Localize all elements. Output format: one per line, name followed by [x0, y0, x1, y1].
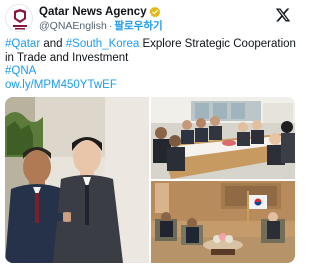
tweet-text-line-2: in Trade and Investment [5, 51, 129, 64]
follow-button[interactable]: 팔로우하기 [114, 20, 162, 33]
tweet-text-line-4: ow.ly/MPM450YTwEF [5, 79, 295, 93]
x-logo-icon[interactable] [275, 7, 291, 23]
hashtag-qna-link[interactable]: #QNA [5, 65, 36, 77]
tweet-header: Qatar News Agency @QNAEnglish · 팔로우하기 [5, 4, 295, 34]
tweet-text: #Qatar and #South_Korea Explore Strategi… [5, 38, 296, 93]
photo-reception-room[interactable] [151, 181, 295, 263]
author-display-name[interactable]: Qatar News Agency [39, 5, 147, 19]
hashtag-south-korea-link[interactable]: #South_Korea [66, 38, 140, 50]
author-handle[interactable]: @QNAEnglish [39, 20, 107, 33]
photo-meeting-table[interactable] [151, 97, 295, 179]
tweet-text-line-1: #Qatar and #South_Korea Explore Strategi… [5, 38, 296, 52]
tweet-text-line-3: #QNA [5, 65, 295, 79]
tweet-text-rest: Explore Strategic Cooperation [139, 38, 296, 50]
media-grid [5, 97, 295, 263]
article-link[interactable]: ow.ly/MPM450YTwEF [5, 79, 117, 91]
verified-badge-icon [148, 6, 160, 18]
tweet-text-and: and [40, 38, 66, 50]
qna-logo-icon[interactable] [5, 4, 33, 32]
hashtag-qatar-link[interactable]: #Qatar [5, 38, 40, 50]
separator-dot: · [108, 20, 113, 32]
photo-handshake[interactable] [5, 97, 149, 263]
